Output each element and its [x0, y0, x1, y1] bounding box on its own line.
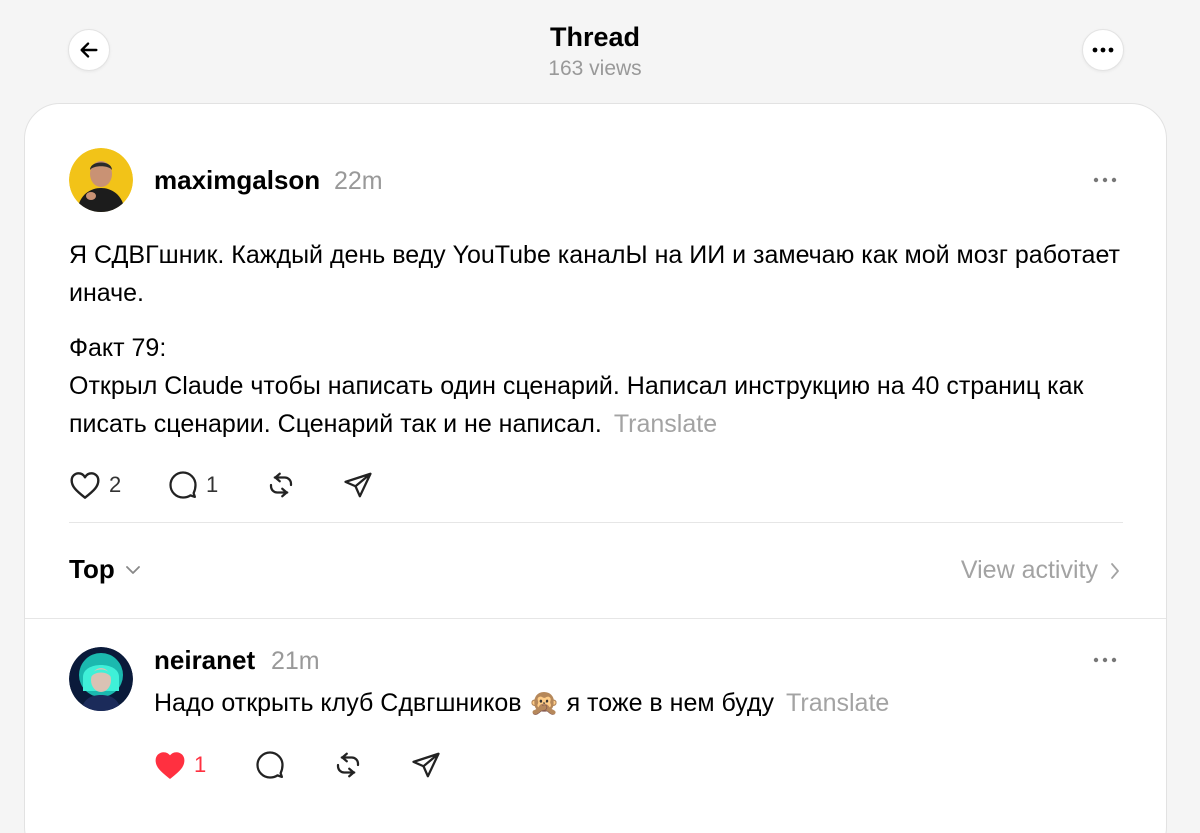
more-icon [1093, 177, 1117, 183]
reply-body: Надо открыть клуб Сдвгшников 🙊 я тоже в … [154, 684, 1134, 722]
reply-count: 1 [206, 472, 219, 497]
share-button[interactable] [343, 470, 373, 500]
reply-share-button[interactable] [411, 750, 441, 780]
reply-translate-link[interactable]: Translate [786, 689, 889, 717]
comment-icon [256, 751, 284, 779]
post-timestamp: 22m [334, 167, 383, 195]
reply-comment-button[interactable] [255, 750, 285, 780]
post-username[interactable]: maximgalson [154, 165, 320, 196]
reply-timestamp: 21m [271, 647, 320, 675]
heart-icon [70, 472, 100, 499]
reply-like-count: 1 [194, 752, 207, 777]
chevron-right-icon [1111, 562, 1119, 579]
share-icon [412, 752, 440, 778]
reply-more-button[interactable] [1087, 650, 1123, 670]
post-body-paragraph-1: Я СДВГшник. Каждый день веду YouTube кан… [69, 241, 1120, 307]
post-fact-body: Открыл Claude чтобы написать один сценар… [69, 372, 1084, 438]
comment-icon [169, 471, 197, 499]
avatar[interactable] [69, 148, 133, 212]
reply-repost-button[interactable] [333, 750, 363, 780]
post-more-button[interactable] [1087, 170, 1123, 190]
repost-button[interactable] [266, 470, 296, 500]
like-count: 2 [109, 472, 122, 497]
more-icon [1092, 47, 1114, 53]
more-icon [1093, 657, 1117, 663]
post-fact-text: Открыл Claude чтобы написать один сценар… [69, 367, 1129, 443]
reply-like-button[interactable]: 1 [154, 750, 206, 780]
reply-text: Надо открыть клуб Сдвгшников 🙊 я тоже в … [154, 689, 775, 717]
repost-icon [336, 752, 360, 778]
reply-username[interactable]: neiranet [154, 645, 255, 676]
post-body-paragraph-2: Факт 79: Открыл Claude чтобы написать од… [69, 329, 1129, 443]
post-fact-label: Факт 79: [69, 334, 167, 362]
page-title: Thread [549, 22, 641, 52]
divider [69, 522, 1123, 523]
thread-card: maximgalson 22m Я СДВГшник. Каждый день … [24, 103, 1167, 833]
heart-icon [155, 752, 185, 779]
divider [25, 618, 1166, 619]
repost-icon [269, 472, 293, 498]
view-activity-label: View activity [960, 556, 1098, 584]
reply-button[interactable]: 1 [168, 470, 218, 500]
chevron-down-icon [125, 565, 140, 574]
post-translate-link[interactable]: Translate [614, 410, 717, 438]
view-activity-link[interactable]: View activity [961, 556, 1120, 585]
like-button[interactable]: 2 [69, 470, 121, 500]
sort-dropdown[interactable]: Top [69, 554, 141, 585]
reply-avatar[interactable] [69, 647, 133, 711]
view-count: 163 views [548, 57, 642, 80]
share-icon [344, 472, 372, 498]
sort-label: Top [69, 554, 115, 584]
more-options-button[interactable] [1082, 29, 1124, 71]
